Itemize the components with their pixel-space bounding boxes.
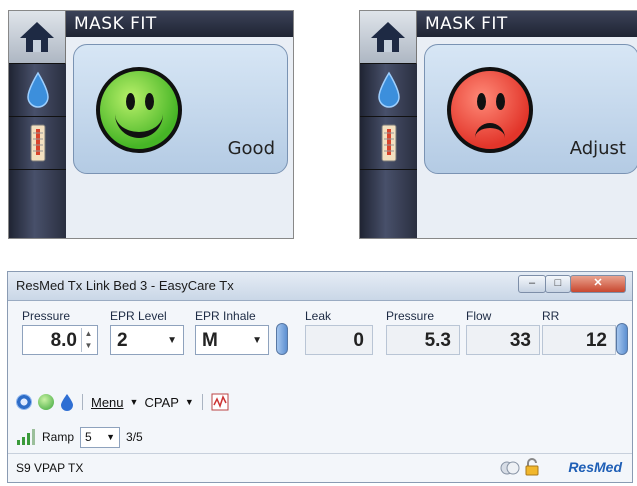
panel-header: MASK FIT xyxy=(66,11,293,37)
flow-label: Flow xyxy=(466,309,492,323)
chevron-down-icon: ▼ xyxy=(252,335,262,346)
mask-fit-status: Adjust xyxy=(569,138,626,159)
chevron-down-icon: ▼ xyxy=(184,397,194,407)
chevron-down-icon: ▼ xyxy=(106,431,116,442)
rr-value: 12 xyxy=(585,330,607,351)
epr-inhale: EPR Inhale M ▼ xyxy=(195,309,269,355)
epr-level: EPR Level 2 ▼ xyxy=(110,309,184,355)
mask-fit-icon[interactable] xyxy=(38,394,54,410)
flow-box: 33 xyxy=(466,325,540,355)
flow-value: 33 xyxy=(509,330,531,351)
pressure-setting-value: 8.0 xyxy=(50,330,77,351)
mask-fit-card[interactable]: Adjust xyxy=(424,44,637,174)
ramp-progress: 3/5 xyxy=(126,430,143,444)
humidity-button[interactable] xyxy=(360,64,417,117)
mask-fit-panel-adjust: MASK FIT Adjust xyxy=(359,10,637,239)
signal-strength-icon xyxy=(17,429,35,445)
mask-fit-panel-good: MASK FIT Good xyxy=(8,10,294,239)
leak-box: 0 xyxy=(305,325,373,355)
humidity-button[interactable] xyxy=(9,64,66,117)
connection-icon xyxy=(500,461,520,475)
status-bar: S9 VPAP TX ResMed xyxy=(8,453,632,482)
chevron-down-icon: ▼ xyxy=(129,397,139,407)
mode-button[interactable]: CPAP xyxy=(144,395,178,410)
toolbar: Menu ▼ CPAP ▼ xyxy=(16,390,229,414)
leak-readout: Leak 0 xyxy=(305,309,373,355)
title-bar: ResMed Tx Link Bed 3 - EasyCare Tx – □ ✕ xyxy=(8,272,632,301)
ramp-row: Ramp 5 ▼ 3/5 xyxy=(16,425,143,449)
rr-box: 12 xyxy=(542,325,616,355)
power-icon[interactable] xyxy=(16,394,32,410)
window-title: ResMed Tx Link Bed 3 - EasyCare Tx xyxy=(16,278,234,293)
menu-button[interactable]: Menu xyxy=(91,395,124,410)
pressure-readout: Pressure 5.3 xyxy=(386,309,460,355)
txlink-window: ResMed Tx Link Bed 3 - EasyCare Tx – □ ✕… xyxy=(7,271,633,483)
mask-fit-status: Good xyxy=(227,138,275,159)
rr-label: RR xyxy=(542,309,560,323)
rr-readout: RR 12 xyxy=(542,309,616,355)
lock-icon[interactable] xyxy=(524,458,540,476)
ramp-value: 5 xyxy=(85,429,92,444)
leak-value: 0 xyxy=(353,330,364,351)
thermometer-icon xyxy=(30,124,45,162)
epr-inhale-value: M xyxy=(202,330,218,351)
climate-button[interactable] xyxy=(9,117,66,170)
thermometer-icon xyxy=(381,124,396,162)
frown-icon xyxy=(447,67,533,153)
toolbar-separator xyxy=(82,394,83,410)
home-icon xyxy=(371,22,405,52)
device-model: S9 VPAP TX xyxy=(16,461,84,475)
home-button[interactable] xyxy=(360,11,417,64)
panel-header: MASK FIT xyxy=(417,11,637,37)
epr-level-label: EPR Level xyxy=(110,309,167,323)
water-drop-icon xyxy=(26,71,49,108)
pressure-setting: Pressure 8.0 ▲ ▼ xyxy=(22,309,98,355)
leak-label: Leak xyxy=(305,309,332,323)
waveform-report-icon[interactable] xyxy=(211,393,229,411)
pressure-box: 5.3 xyxy=(386,325,460,355)
pressure-setting-label: Pressure xyxy=(22,309,71,323)
close-button[interactable]: ✕ xyxy=(570,275,626,293)
mask-fit-card[interactable]: Good xyxy=(73,44,288,174)
therapy-fields: Pressure 8.0 ▲ ▼ EPR Level 2 ▼ EPR Inhale… xyxy=(8,309,632,365)
climate-button[interactable] xyxy=(360,117,417,170)
epr-inhale-label: EPR Inhale xyxy=(195,309,256,323)
home-button[interactable] xyxy=(9,11,66,64)
epr-level-select[interactable]: 2 ▼ xyxy=(110,325,184,355)
water-drop-icon xyxy=(377,71,400,108)
epr-level-value: 2 xyxy=(117,330,128,351)
sidebar xyxy=(360,11,417,238)
ramp-label: Ramp xyxy=(42,430,75,444)
pressure-label: Pressure xyxy=(386,309,435,323)
toolbar-separator xyxy=(201,394,203,410)
spinner-arrows-icon[interactable]: ▲ ▼ xyxy=(81,328,95,352)
fields-scroll-left[interactable] xyxy=(276,323,288,355)
fields-scroll-right[interactable] xyxy=(616,323,628,355)
pressure-value: 5.3 xyxy=(424,330,451,351)
brand-logo: ResMed xyxy=(568,459,622,475)
sidebar xyxy=(9,11,66,238)
epr-inhale-select[interactable]: M ▼ xyxy=(195,325,269,355)
home-icon xyxy=(20,22,54,52)
chevron-down-icon: ▼ xyxy=(167,335,177,346)
ramp-select[interactable]: 5 ▼ xyxy=(80,426,121,448)
humidity-drop-icon[interactable] xyxy=(60,393,74,411)
minimize-button[interactable]: – xyxy=(518,275,546,293)
flow-readout: Flow 33 xyxy=(466,309,540,355)
pressure-setting-input[interactable]: 8.0 ▲ ▼ xyxy=(22,325,98,355)
maximize-button[interactable]: □ xyxy=(545,275,571,293)
smiley-icon xyxy=(96,67,182,153)
